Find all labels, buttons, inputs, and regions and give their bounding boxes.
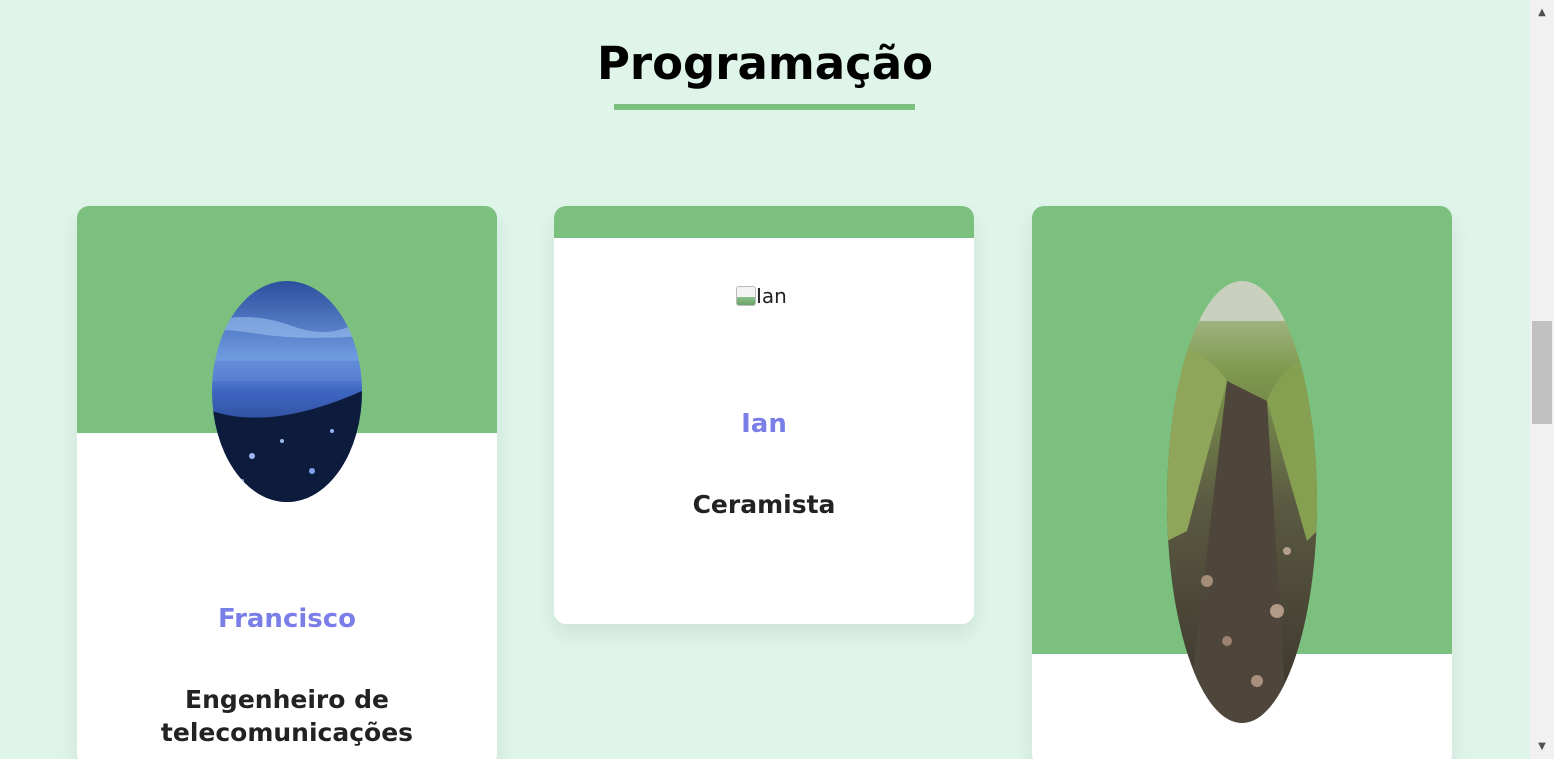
card-header-band xyxy=(554,206,974,238)
ocean-shore-photo-icon xyxy=(212,281,362,502)
speaker-role: Ceramista xyxy=(692,490,836,519)
speaker-role: Engenheiro de telecomunicações xyxy=(160,685,414,747)
speaker-card-ian[interactable]: Ian Ian Ceramista xyxy=(554,206,974,624)
scroll-down-arrow-icon[interactable]: ▼ xyxy=(1530,738,1554,755)
title-underline xyxy=(614,104,915,110)
scroll-up-arrow-icon[interactable]: ▲ xyxy=(1530,4,1554,21)
broken-image-icon xyxy=(736,286,756,306)
speaker-card-francisco[interactable]: Francisco Engenheiro de telecomunicações xyxy=(77,206,497,759)
speaker-card-3[interactable] xyxy=(1032,206,1452,759)
main-content: Programação Francisco Engenheiro de tele… xyxy=(0,0,1530,759)
speaker-photo-3 xyxy=(1167,281,1317,723)
speaker-photo-ian: Ian xyxy=(736,282,796,310)
scrollbar-thumb[interactable] xyxy=(1532,321,1552,424)
speaker-name: Ian xyxy=(741,409,787,439)
speaker-photo-francisco xyxy=(212,281,362,502)
section-title: Programação xyxy=(596,37,934,90)
forest-path-photo-icon xyxy=(1167,281,1317,723)
image-alt-text: Ian xyxy=(756,284,787,308)
speaker-name: Francisco xyxy=(217,604,357,634)
vertical-scrollbar[interactable]: ▲ ▼ xyxy=(1530,0,1554,759)
page: Programação Francisco Engenheiro de tele… xyxy=(0,0,1554,759)
